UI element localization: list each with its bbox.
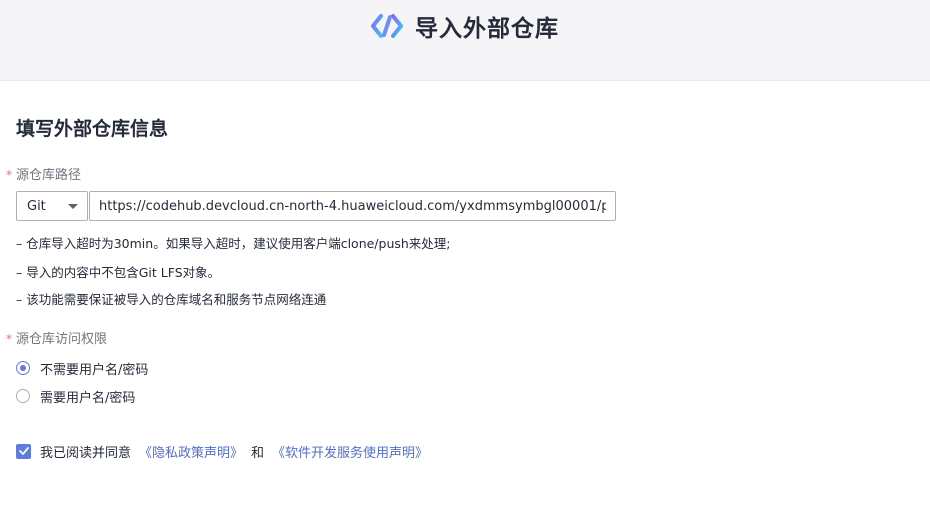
- agreement-checkbox[interactable]: [16, 443, 31, 459]
- agreement-row: 我已阅读并同意 《隐私政策声明》 和 《软件开发服务使用声明》: [16, 442, 428, 461]
- agreement-prefix: 我已阅读并同意: [40, 445, 132, 461]
- radio-no-credentials-label: 不需要用户名/密码: [40, 362, 149, 378]
- hint-timeout: – 仓库导入超时为30min。如果导入超时，建议使用客户端clone/push来…: [16, 236, 451, 251]
- check-icon: [18, 447, 29, 455]
- required-mark: *: [6, 332, 12, 346]
- radio-selected-icon[interactable]: [16, 361, 30, 375]
- radio-no-credentials[interactable]: 不需要用户名/密码: [16, 359, 149, 378]
- radio-need-credentials-label: 需要用户名/密码: [40, 390, 136, 406]
- caret-down-icon: [68, 204, 78, 209]
- agreement-joiner: 和: [251, 445, 265, 461]
- radio-need-credentials[interactable]: 需要用户名/密码: [16, 387, 136, 406]
- source-path-label-text: 源仓库路径: [16, 168, 82, 183]
- source-path-label: * 源仓库路径: [6, 164, 81, 183]
- page-header: 导入外部仓库: [0, 0, 930, 81]
- hint-network: – 该功能需要保证被导入的仓库域名和服务节点网络连通: [16, 292, 327, 307]
- repo-type-value: Git: [27, 198, 46, 214]
- access-label: * 源仓库访问权限: [6, 328, 107, 347]
- hint-lfs: – 导入的内容中不包含Git LFS对象。: [16, 265, 221, 280]
- required-mark: *: [6, 168, 12, 182]
- source-url-input[interactable]: [89, 191, 616, 221]
- terms-of-service-link[interactable]: 《软件开发服务使用声明》: [272, 442, 428, 461]
- section-title: 填写外部仓库信息: [16, 118, 169, 140]
- devcloud-logo-icon: [371, 14, 403, 38]
- radio-unselected-icon[interactable]: [16, 389, 30, 403]
- access-label-text: 源仓库访问权限: [16, 332, 108, 347]
- repo-type-select[interactable]: Git: [16, 191, 88, 221]
- page-title: 导入外部仓库: [415, 16, 559, 42]
- privacy-policy-link[interactable]: 《隐私政策声明》: [139, 442, 243, 461]
- header-title-group: 导入外部仓库: [0, 10, 930, 42]
